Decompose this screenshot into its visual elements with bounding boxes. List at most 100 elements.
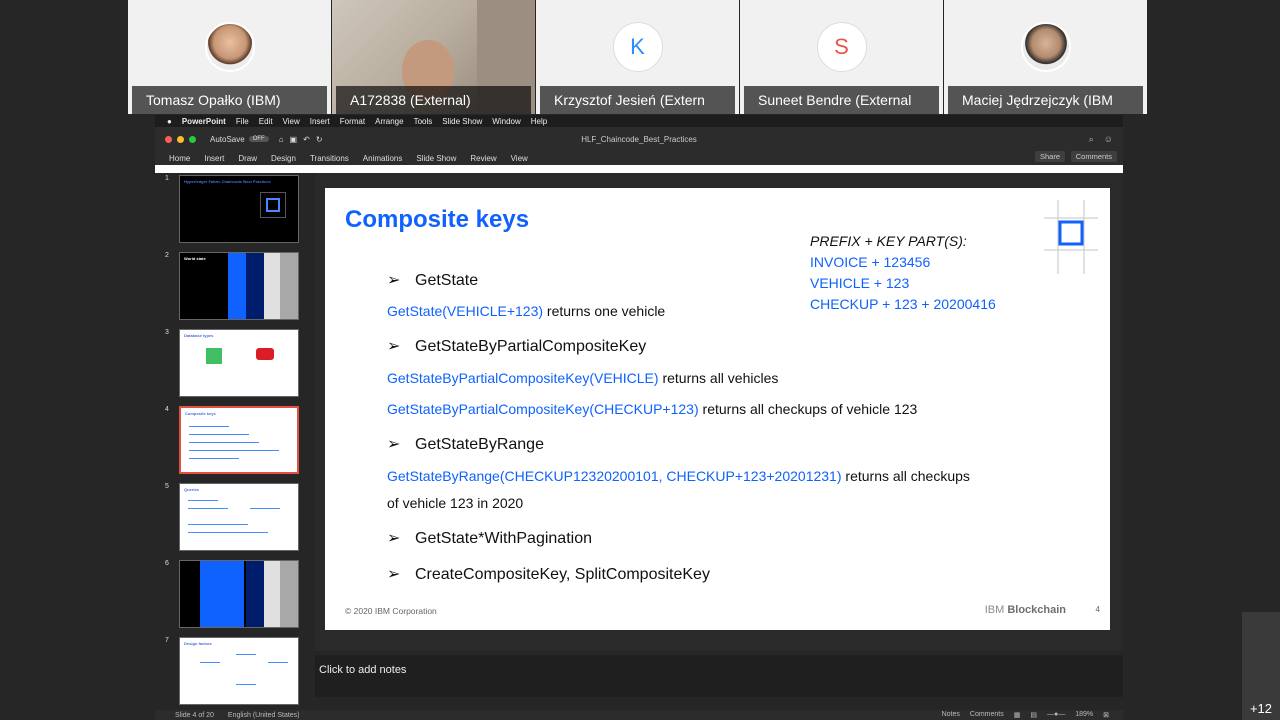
thumbnail-item[interactable]: 7 Design factors <box>165 637 301 709</box>
bullet-item: ➢ GetState <box>387 270 478 290</box>
tab-home[interactable]: Home <box>169 154 190 163</box>
thumbnail-item[interactable]: 4 Composite keys <box>165 406 301 478</box>
avatar <box>1020 22 1071 72</box>
notes-placeholder[interactable]: Click to add notes <box>319 664 406 676</box>
ribbon-tabs: Home Insert Draw Design Transitions Anim… <box>155 151 1123 165</box>
bullet-arrow-icon: ➢ <box>387 436 401 453</box>
language-indicator[interactable]: English (United States) <box>228 712 300 719</box>
participant-name: Krzysztof Jesień (Extern <box>540 86 735 114</box>
autosave-toggle[interactable]: OFF <box>248 136 269 142</box>
tab-design[interactable]: Design <box>271 154 296 163</box>
bullet-arrow-icon: ➢ <box>387 338 401 355</box>
brand-product: Blockchain <box>1007 604 1066 616</box>
example-code: GetStateByPartialCompositeKey(CHECKUP+12… <box>387 401 699 417</box>
thumbnail-item[interactable]: 2 World state <box>165 252 301 324</box>
thumbnail-line <box>188 508 228 509</box>
menu-tools[interactable]: Tools <box>414 117 433 126</box>
thumbnail-line <box>200 662 220 663</box>
thumbnail-item[interactable]: 6 <box>165 560 301 632</box>
example-text: returns all vehicles <box>658 370 779 386</box>
example-text: returns one vehicle <box>543 303 666 319</box>
zoom-slider[interactable]: —●— <box>1047 711 1065 719</box>
menu-arrange[interactable]: Arrange <box>375 117 403 126</box>
home-icon[interactable]: ⌂ <box>279 135 284 144</box>
participant-tile[interactable]: Maciej Jędrzejczyk (IBM <box>944 0 1147 114</box>
zoom-level[interactable]: 189% <box>1075 711 1093 719</box>
thumbnail-slide-selected[interactable]: Composite keys <box>179 406 299 474</box>
participant-tile[interactable]: S Suneet Bendre (External <box>740 0 943 114</box>
minimize-icon[interactable] <box>177 135 184 143</box>
thumbnail-title: Composite keys <box>185 411 216 416</box>
tab-animations[interactable]: Animations <box>363 154 403 163</box>
menu-slide-show[interactable]: Slide Show <box>442 117 482 126</box>
notes-pane[interactable]: Click to add notes <box>315 655 1123 697</box>
undo-icon[interactable]: ↶ <box>303 135 310 144</box>
tab-transitions[interactable]: Transitions <box>310 154 349 163</box>
thumbnail-bar <box>246 253 264 319</box>
fit-slide-icon[interactable]: ⊠ <box>1103 711 1109 719</box>
share-button[interactable]: Share <box>1034 151 1065 162</box>
thumbnail-line <box>188 532 268 533</box>
window-titlebar: AutoSave OFF ⌂ ▣ ↶ ↻ HLF_Chaincode_Best_… <box>155 127 1123 151</box>
normal-view-icon[interactable]: ▦ <box>1014 711 1021 719</box>
tab-review[interactable]: Review <box>470 154 496 163</box>
slide-counter: Slide 4 of 20 <box>175 711 214 719</box>
zoom-icon[interactable] <box>189 135 196 143</box>
thumbnail-item[interactable]: 5 Queries <box>165 483 301 555</box>
tab-insert[interactable]: Insert <box>204 154 224 163</box>
thumbnail-item[interactable]: 3 Database types <box>165 329 301 401</box>
tab-view[interactable]: View <box>511 154 528 163</box>
thumbnail-slide[interactable] <box>179 560 299 628</box>
thumbnail-item[interactable]: 1 Hyperledger Fabric Chaincode Best Prac… <box>165 175 301 247</box>
search-icon[interactable]: ⌕ <box>1089 134 1094 145</box>
slide-sorter-icon[interactable]: ▤ <box>1030 711 1037 719</box>
thumbnail-title: Hyperledger Fabric Chaincode Best Practi… <box>184 179 271 184</box>
tab-slide-show[interactable]: Slide Show <box>416 154 456 163</box>
thumbnail-bar <box>246 561 264 627</box>
thumbnail-square-graphic <box>266 198 280 212</box>
more-participants-count[interactable]: +12 <box>1250 701 1272 716</box>
mac-menubar: ● PowerPoint File Edit View Insert Forma… <box>155 115 1123 127</box>
smiley-icon[interactable]: ☺ <box>1104 134 1113 145</box>
example-line: GetStateByPartialCompositeKey(CHECKUP+12… <box>387 401 917 417</box>
participant-tile[interactable]: K Krzysztof Jesień (Extern <box>536 0 739 114</box>
menu-help[interactable]: Help <box>531 117 547 126</box>
comments-button[interactable]: Comments <box>1070 151 1117 162</box>
thumbnail-slide[interactable]: Queries <box>179 483 299 551</box>
current-slide[interactable]: Composite keys PREFIX + KEY PART(S): INV… <box>325 188 1110 630</box>
prefix-header: PREFIX + KEY PART(S): <box>810 233 967 249</box>
bullet-arrow-icon: ➢ <box>387 566 401 583</box>
menu-file[interactable]: File <box>236 117 249 126</box>
menu-window[interactable]: Window <box>492 117 520 126</box>
autosave-label: AutoSave <box>210 134 245 144</box>
thumbnail-bar <box>280 561 298 627</box>
prefix-example: CHECKUP + 123 + 20200416 <box>810 296 996 312</box>
thumbnail-line <box>236 684 256 685</box>
close-icon[interactable] <box>165 135 172 143</box>
redo-icon[interactable]: ↻ <box>316 135 323 144</box>
participant-tile[interactable]: A172838 (External) <box>332 0 535 114</box>
tab-draw[interactable]: Draw <box>238 154 257 163</box>
thumbnail-slide[interactable]: Database types <box>179 329 299 397</box>
menu-edit[interactable]: Edit <box>259 117 273 126</box>
bullet-text: GetState*WithPagination <box>415 530 592 547</box>
participant-name: Tomasz Opałko (IBM) <box>132 86 327 114</box>
thumbnail-slide[interactable]: Hyperledger Fabric Chaincode Best Practi… <box>179 175 299 243</box>
thumbnail-slide[interactable]: Design factors <box>179 637 299 705</box>
save-icon[interactable]: ▣ <box>290 135 298 144</box>
participant-tile[interactable]: Tomasz Opałko (IBM) <box>128 0 331 114</box>
menu-view[interactable]: View <box>283 117 300 126</box>
apple-icon[interactable]: ● <box>167 117 172 126</box>
thumbnail-line <box>189 450 279 451</box>
slide-title[interactable]: Composite keys <box>345 206 529 234</box>
ibm-blockchain-logo: IBM Blockchain <box>985 604 1066 616</box>
thumbnail-line <box>189 458 239 459</box>
comments-toggle[interactable]: Comments <box>970 711 1004 719</box>
thumbnail-line <box>188 500 218 501</box>
thumbnail-number: 6 <box>165 560 169 567</box>
menu-app-name[interactable]: PowerPoint <box>182 117 226 126</box>
menu-format[interactable]: Format <box>340 117 365 126</box>
thumbnail-slide[interactable]: World state <box>179 252 299 320</box>
notes-toggle[interactable]: Notes <box>942 711 960 719</box>
menu-insert[interactable]: Insert <box>310 117 330 126</box>
